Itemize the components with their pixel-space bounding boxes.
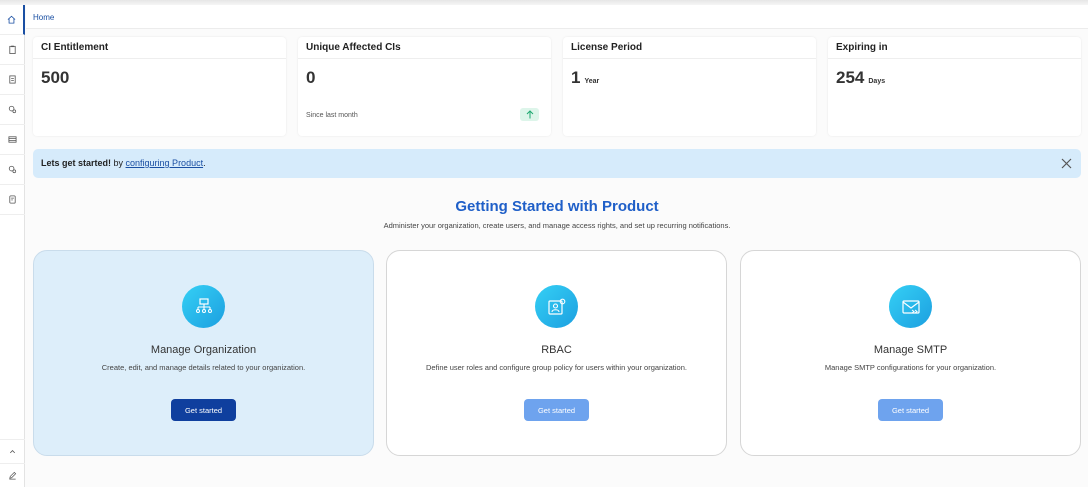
- organization-icon: [182, 285, 225, 328]
- divider: [33, 58, 286, 59]
- getting-started-banner: Lets get started! by configuring Product…: [33, 149, 1081, 178]
- user-settings-icon: [535, 285, 578, 328]
- sidebar: [0, 5, 25, 487]
- sidebar-item-document[interactable]: [0, 65, 25, 95]
- stat-card-license-period: License Period 1 Year: [563, 37, 816, 136]
- sidebar-item-table[interactable]: [0, 125, 25, 155]
- sidebar-item-home[interactable]: [0, 5, 25, 35]
- close-icon[interactable]: [1060, 157, 1073, 170]
- stat-title: CI Entitlement: [41, 42, 109, 53]
- sidebar-item-settings-search-2[interactable]: [0, 155, 25, 185]
- manage-organization-get-started-button[interactable]: Get started: [171, 399, 236, 421]
- report-icon: [9, 195, 16, 204]
- stat-title: Expiring in: [836, 42, 888, 53]
- clipboard-icon: [9, 45, 16, 54]
- settings-search-icon: [8, 165, 17, 174]
- banner-text: Lets get started! by configuring Product…: [41, 158, 206, 168]
- document-icon: [9, 75, 16, 84]
- divider: [563, 58, 816, 59]
- sidebar-item-settings-search[interactable]: [0, 95, 25, 125]
- stat-card-unique-affected-cis: Unique Affected CIs 0 Since last month: [298, 37, 551, 136]
- divider: [298, 58, 551, 59]
- stat-value: 500: [41, 68, 70, 87]
- trend-badge: [520, 108, 539, 121]
- stat-value: 254 Days: [836, 68, 886, 87]
- settings-search-icon: [8, 105, 17, 114]
- collapse-up-icon: [9, 450, 16, 454]
- home-icon: [7, 15, 16, 24]
- stat-unit: Days: [868, 78, 886, 85]
- stat-card-ci-entitlement: CI Entitlement 500: [33, 37, 286, 136]
- stat-card-expiring-in: Expiring in 254 Days: [828, 37, 1081, 136]
- getting-started-subtitle: Administer your organization, create use…: [383, 221, 731, 230]
- feature-card-manage-smtp[interactable]: Manage SMTP Manage SMTP configurations f…: [740, 250, 1081, 456]
- mail-forward-icon: [889, 285, 932, 328]
- feature-title: Manage SMTP: [873, 344, 948, 356]
- table-icon: [8, 136, 17, 143]
- feature-description: Manage SMTP configurations for your orga…: [824, 363, 997, 372]
- sidebar-item-report[interactable]: [0, 185, 25, 215]
- sidebar-collapse-button[interactable]: [0, 439, 25, 463]
- getting-started-title: Getting Started with Product: [455, 198, 659, 215]
- up-arrow-icon: [526, 110, 533, 119]
- edit-icon: [9, 471, 17, 480]
- feature-title: RBAC: [541, 344, 572, 356]
- sidebar-edit-button[interactable]: [0, 463, 25, 487]
- sidebar-item-clipboard[interactable]: [0, 35, 25, 65]
- divider: [828, 58, 1081, 59]
- feature-description: Define user roles and configure group po…: [426, 363, 687, 372]
- breadcrumb-home-link[interactable]: Home: [33, 13, 54, 22]
- feature-description: Create, edit, and manage details related…: [101, 363, 306, 372]
- rbac-get-started-button[interactable]: Get started: [524, 399, 589, 421]
- manage-smtp-get-started-button[interactable]: Get started: [878, 399, 943, 421]
- breadcrumb: Home: [26, 5, 1088, 29]
- stat-title: Unique Affected CIs: [306, 42, 401, 53]
- feature-card-manage-organization[interactable]: Manage Organization Create, edit, and ma…: [33, 250, 374, 456]
- stat-unit: Year: [584, 78, 600, 85]
- stat-value: 0: [306, 68, 316, 87]
- stat-subtext: Since last month: [306, 112, 358, 119]
- feature-title: Manage Organization: [150, 344, 257, 356]
- stat-value: 1 Year: [571, 68, 600, 87]
- configuring-product-link[interactable]: configuring Product: [126, 158, 204, 168]
- feature-card-rbac[interactable]: RBAC Define user roles and configure gro…: [386, 250, 727, 456]
- stat-title: License Period: [571, 42, 643, 53]
